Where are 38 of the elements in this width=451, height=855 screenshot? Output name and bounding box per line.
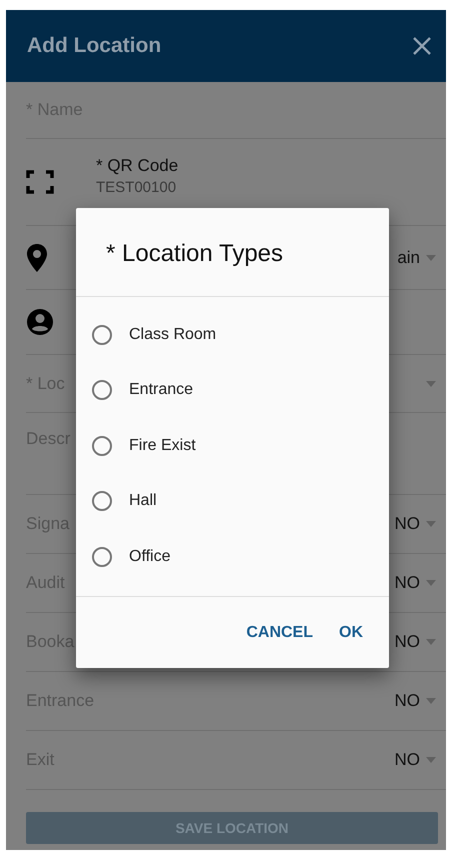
dropdown-value[interactable]: NO bbox=[394, 750, 420, 770]
dropdown-value[interactable]: NO bbox=[394, 632, 420, 652]
dialog-title: * Location Types bbox=[76, 208, 389, 297]
radio-button[interactable] bbox=[92, 380, 112, 400]
radio-button[interactable] bbox=[92, 324, 112, 345]
option-label: Entrance bbox=[129, 381, 194, 400]
dropdown-value[interactable]: NO bbox=[394, 514, 420, 534]
caret-icon bbox=[426, 639, 436, 645]
close-icon[interactable] bbox=[412, 36, 432, 56]
qr-code-value: TEST00100 bbox=[96, 179, 178, 196]
option-label: Fire Exist bbox=[129, 436, 196, 455]
caret-icon bbox=[426, 380, 436, 386]
radio-button[interactable] bbox=[92, 436, 112, 456]
radio-option[interactable]: Hall bbox=[76, 474, 389, 529]
dialog-button[interactable]: CANCEL bbox=[238, 616, 321, 650]
radio-option[interactable]: Entrance bbox=[76, 362, 389, 418]
caret-icon bbox=[426, 521, 436, 527]
location-pin-icon bbox=[26, 242, 48, 272]
qr-code-label: * QR Code bbox=[96, 156, 178, 176]
caret-icon bbox=[426, 254, 436, 260]
radio-button[interactable] bbox=[92, 546, 112, 567]
screen-title: Add Location bbox=[27, 34, 162, 58]
option-label: Office bbox=[129, 548, 170, 566]
caret-icon bbox=[426, 698, 436, 704]
dropdown-value[interactable]: NO bbox=[394, 573, 420, 593]
radio-option[interactable]: Office bbox=[76, 529, 389, 584]
radio-button[interactable] bbox=[92, 491, 112, 512]
caret-icon bbox=[426, 580, 436, 586]
option-label: Hall bbox=[129, 492, 157, 510]
scan-icon[interactable] bbox=[26, 169, 54, 195]
caret-icon bbox=[426, 757, 436, 763]
dropdown-value[interactable]: NO bbox=[394, 691, 420, 711]
radio-option[interactable]: Fire Exist bbox=[76, 418, 389, 474]
person-icon bbox=[26, 308, 54, 336]
location-value[interactable]: ain bbox=[397, 248, 420, 268]
radio-option[interactable]: Class Room bbox=[76, 307, 389, 362]
dialog-button[interactable]: OK bbox=[331, 616, 371, 650]
option-label: Class Room bbox=[129, 326, 216, 344]
